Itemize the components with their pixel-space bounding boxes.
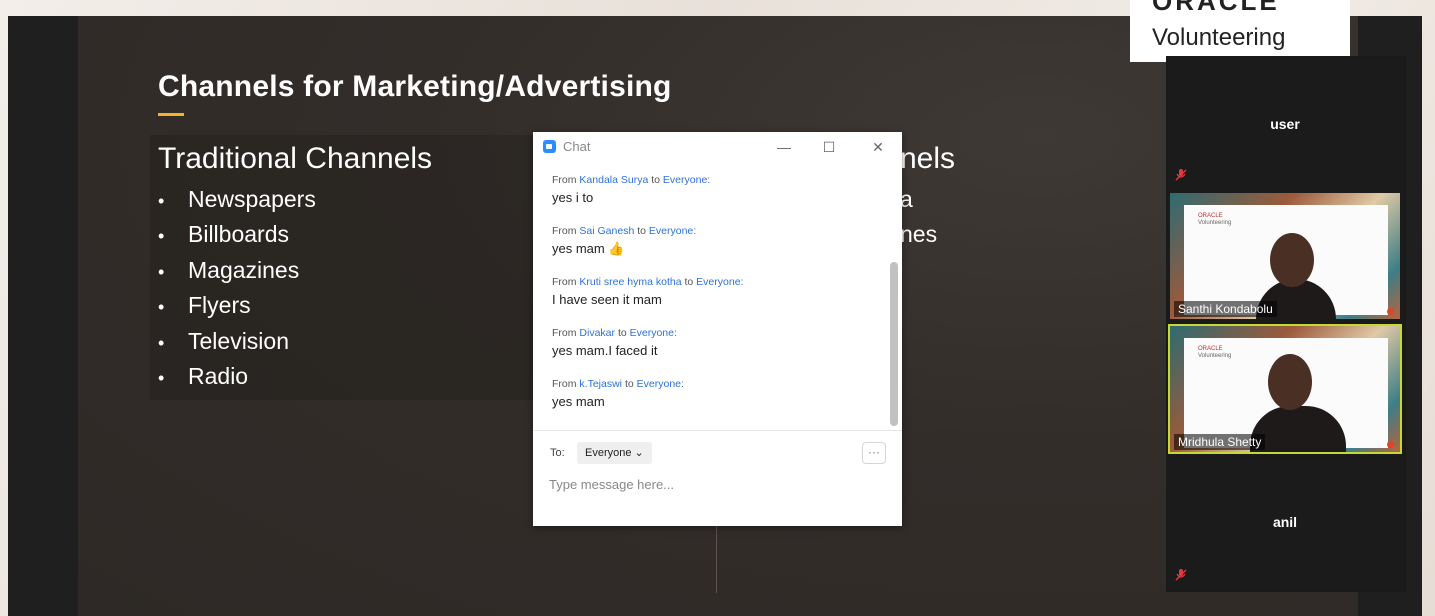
chat-scrollbar[interactable]	[890, 262, 898, 426]
participant-video-head	[1270, 233, 1314, 287]
maximize-button[interactable]: ☐	[818, 136, 840, 158]
more-options-button[interactable]: ···	[862, 442, 886, 464]
list-item: • Flyers	[158, 292, 251, 319]
board-logo: ORACLE Volunteering	[1198, 346, 1232, 359]
slide-title: Channels for Marketing/Advertising	[158, 70, 672, 103]
logo-wordmark: ORACLE	[1152, 0, 1280, 16]
chat-window[interactable]: Chat — ☐ ✕ From Kandala Surya to Everyon…	[533, 132, 902, 526]
message-text: yes i to	[552, 190, 594, 205]
list-item: nes	[900, 221, 938, 248]
right-column-list: a nes	[900, 182, 937, 253]
chat-titlebar[interactable]: Chat — ☐ ✕	[533, 132, 902, 162]
message-header: From Sai Ganesh to Everyone:	[552, 225, 697, 237]
to-label: To:	[550, 447, 565, 459]
chat-title: Chat	[563, 139, 591, 154]
left-column-heading: Traditional Channels	[158, 142, 433, 175]
oracle-volunteering-logo: ORACLE Volunteering	[1130, 0, 1350, 62]
message-text: yes mam	[552, 394, 605, 409]
message-text: I have seen it mam	[552, 292, 662, 307]
close-button[interactable]: ✕	[867, 136, 889, 158]
message-text: yes mam 👍	[552, 241, 625, 256]
chat-divider	[533, 430, 902, 431]
chat-message: From Divakar to Everyone: yes mam.I face…	[552, 327, 677, 358]
mic-muted-icon	[1175, 569, 1187, 581]
chat-message-list[interactable]: From Kandala Surya to Everyone: yes i to…	[533, 162, 889, 560]
participant-video-head	[1268, 354, 1312, 410]
message-header: From Kruti sree hyma kotha to Everyone:	[552, 276, 744, 288]
chat-message: From Kandala Surya to Everyone: yes i to	[552, 174, 710, 205]
participant-tile-santhi[interactable]: ORACLE Volunteering Santhi Kondabolu	[1168, 191, 1402, 321]
participant-tile-user[interactable]: user	[1168, 58, 1402, 188]
board-logo: ORACLE Volunteering	[1198, 213, 1232, 226]
zoom-app-icon	[543, 140, 556, 153]
left-column-list: • Newspapers • Billboards • Magazines • Flye…	[158, 182, 316, 394]
chat-message: From Sai Ganesh to Everyone: yes mam 👍	[552, 225, 696, 257]
chat-message-input[interactable]	[549, 473, 885, 495]
participant-name: user	[1270, 116, 1300, 132]
mic-muted-icon	[1175, 169, 1187, 181]
chat-message: From Kruti sree hyma kotha to Everyone: …	[552, 276, 743, 307]
message-header: From Kandala Surya to Everyone:	[552, 174, 711, 186]
status-dot	[1387, 441, 1394, 448]
participant-name: Santhi Kondabolu	[1174, 301, 1277, 317]
participant-tile-mridhula[interactable]: ORACLE Volunteering Mridhula Shetty	[1168, 324, 1402, 454]
list-item: • Magazines	[158, 256, 300, 283]
message-header: From Divakar to Everyone:	[552, 327, 677, 339]
right-column-heading: nels	[900, 142, 956, 175]
list-item: • Television	[158, 327, 289, 354]
participant-name: anil	[1272, 514, 1298, 530]
list-item: • Radio	[158, 362, 249, 389]
recipient-dropdown[interactable]: Everyone ⌄	[577, 442, 652, 464]
status-dot	[1387, 308, 1394, 315]
message-text: yes mam.I faced it	[552, 343, 658, 358]
list-item: • Billboards	[158, 221, 289, 248]
participant-tile-anil[interactable]: anil	[1168, 458, 1402, 588]
title-accent-underline	[158, 113, 184, 116]
minimize-button[interactable]: —	[773, 136, 795, 158]
logo-subtitle: Volunteering	[1152, 24, 1286, 51]
list-item: a	[900, 186, 913, 212]
message-header: From k.Tejaswi to Everyone:	[552, 378, 684, 390]
chat-message: From k.Tejaswi to Everyone: yes mam	[552, 378, 684, 409]
participant-name: Mridhula Shetty	[1174, 434, 1266, 450]
list-item: • Newspapers	[158, 186, 316, 212]
